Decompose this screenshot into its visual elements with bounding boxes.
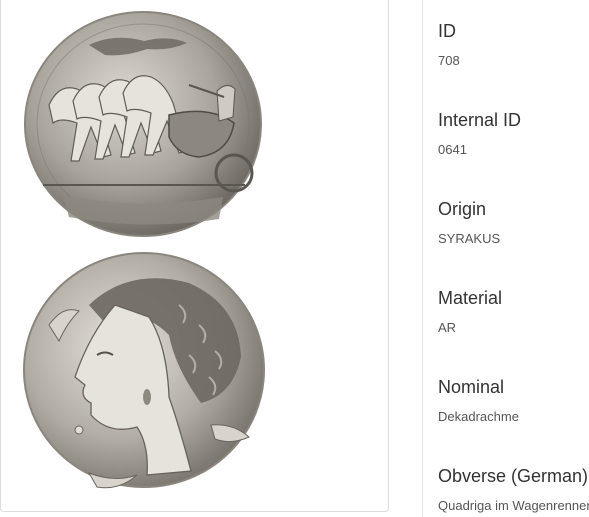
field-internal-id: Internal ID 0641 [438,109,521,158]
field-value: SYRAKUS [438,231,501,246]
field-label: Obverse (German) [438,466,589,486]
field-origin: Origin SYRAKUS [438,198,500,247]
field-label: Internal ID [438,110,522,130]
field-value: 0641 [438,142,467,157]
field-value: 708 [438,53,460,68]
coin-image-panel [0,0,389,512]
panel-divider [422,0,423,517]
field-label: Material [438,288,503,308]
field-value: AR [438,320,457,335]
field-label: Nominal [438,377,505,397]
field-nominal: Nominal Dekadrachme [438,376,519,425]
coin-image[interactable] [19,5,279,495]
field-material: Material AR [438,287,502,336]
field-value: Quadriga im Wagenrennen [438,498,589,513]
coin-reverse [24,11,262,237]
coin-details: ID 708 Internal ID 0641 Origin SYRAKUS M… [438,0,589,517]
field-value: Dekadrachme [438,409,519,424]
field-obverse-german: Obverse (German) Quadriga im Wagenrennen [438,465,589,514]
field-label: Origin [438,199,487,219]
field-id: ID 708 [438,20,460,69]
field-label: ID [438,21,456,41]
coin-obverse [23,252,265,489]
